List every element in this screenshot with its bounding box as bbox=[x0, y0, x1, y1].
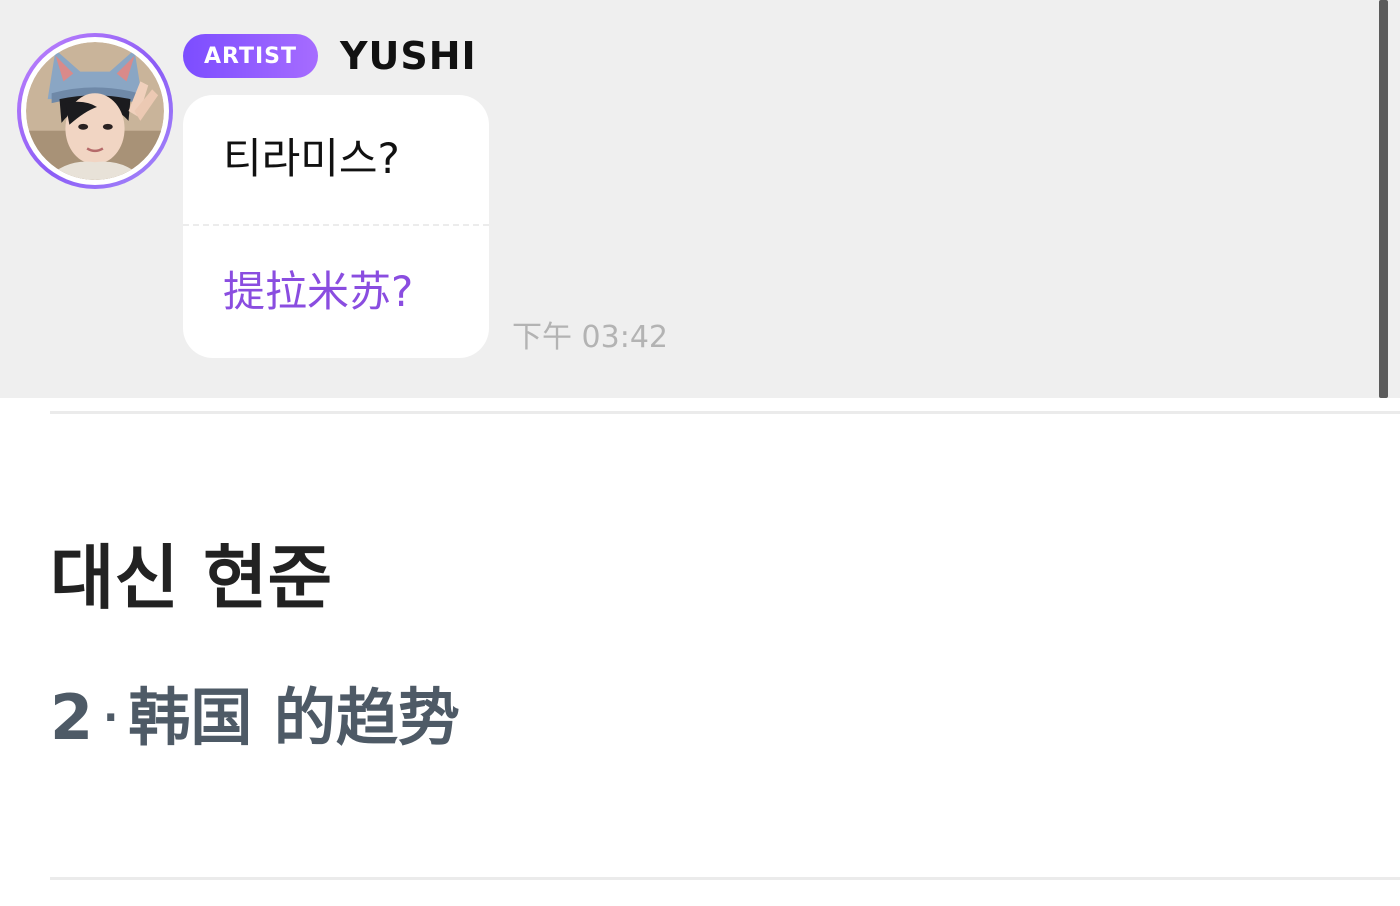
artist-name[interactable]: YUSHI bbox=[340, 32, 477, 80]
message-translation-text: 提拉米苏? bbox=[223, 267, 414, 316]
artist-badge: ARTIST bbox=[183, 34, 318, 78]
message-timestamp: 下午 03:42 bbox=[512, 320, 668, 355]
trend-title: 대신 현준 bbox=[50, 537, 332, 619]
trend-panel: 대신 현준 2 · 韩国 的趋势 bbox=[0, 398, 1400, 906]
trend-separator: · bbox=[103, 695, 119, 741]
message-original-text: 티라미스? bbox=[223, 134, 400, 183]
trend-meta: 2 · 韩国 的趋势 bbox=[50, 678, 460, 758]
message-divider bbox=[183, 224, 489, 226]
message-bubble[interactable]: 티라미스? 提拉米苏? bbox=[183, 95, 489, 358]
trend-rank: 2 bbox=[50, 681, 94, 754]
trend-item[interactable]: 대신 현준 2 · 韩国 的趋势 bbox=[50, 518, 570, 778]
divider-top bbox=[50, 411, 1400, 414]
divider-bottom bbox=[50, 877, 1400, 880]
trend-category: 韩国 的趋势 bbox=[128, 681, 460, 754]
scrollbar[interactable] bbox=[1379, 0, 1388, 398]
artist-avatar-photo bbox=[26, 42, 164, 180]
chat-panel: ARTIST YUSHI 티라미스? 提拉米苏? 下午 03:42 bbox=[0, 0, 1400, 398]
artist-avatar[interactable] bbox=[17, 33, 173, 189]
